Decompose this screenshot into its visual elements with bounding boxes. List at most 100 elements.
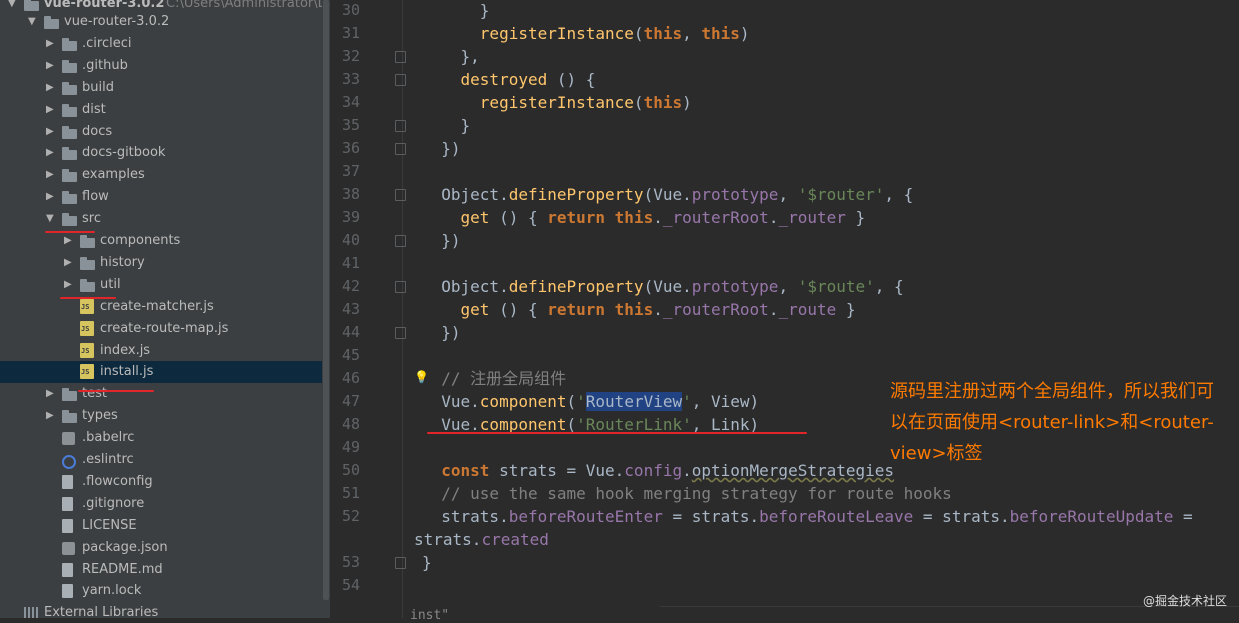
code-token: component <box>479 392 567 411</box>
tree-item[interactable]: ▶ util <box>0 274 322 296</box>
collapse-arrow-icon[interactable]: ▶ <box>46 142 58 164</box>
fold-marker-icon[interactable] <box>395 120 406 132</box>
tree-item-label: .github <box>82 57 128 73</box>
tree-item[interactable]: ▶ docs-gitbook <box>0 142 322 164</box>
tree-item[interactable]: yarn.lock <box>0 580 322 602</box>
tree-item[interactable]: ▶ examples <box>0 164 322 186</box>
code-line[interactable]: // use the same hook merging strategy fo… <box>422 482 952 505</box>
tree-item[interactable]: create-route-map.js <box>0 318 322 340</box>
code-token: strats. <box>414 530 482 549</box>
collapse-arrow-icon[interactable]: ▶ <box>46 164 58 186</box>
code-line[interactable]: strats.created <box>414 528 549 551</box>
code-token: , <box>682 24 702 43</box>
tree-item[interactable]: ▶ flow <box>0 186 322 208</box>
tree-item[interactable]: package.json <box>0 537 322 559</box>
tree-item[interactable]: ▶ test <box>0 383 322 405</box>
fold-marker-icon[interactable] <box>395 235 406 247</box>
tree-item[interactable]: ▶ build <box>0 77 322 99</box>
tree-item[interactable]: README.md <box>0 559 322 581</box>
tree-item[interactable]: .flowconfig <box>0 471 322 493</box>
tree-item[interactable]: create-matcher.js <box>0 296 322 318</box>
fold-marker-icon[interactable] <box>395 74 406 86</box>
fold-marker-icon[interactable] <box>395 327 406 339</box>
code-line[interactable]: }) <box>422 229 460 252</box>
tree-item[interactable]: ▶ types <box>0 405 322 427</box>
code-line[interactable]: } <box>422 551 432 574</box>
folder-icon <box>80 235 96 248</box>
code-editor[interactable]: 30 } 31 registerInstance(this, this) 32 },… <box>330 0 1239 618</box>
tree-item[interactable]: External Libraries <box>0 602 322 618</box>
fold-marker-icon[interactable] <box>395 281 406 293</box>
code-line[interactable]: registerInstance(this, this) <box>422 22 750 45</box>
fold-marker-icon[interactable] <box>395 189 406 201</box>
tree-item[interactable]: LICENSE <box>0 515 322 537</box>
code-token: optionMergeStrategies <box>691 461 895 480</box>
code-line[interactable]: Object.defineProperty(Vue.prototype, '$r… <box>422 183 913 206</box>
fold-marker-icon[interactable] <box>395 557 406 569</box>
code-line[interactable]: // 注册全局组件 <box>422 367 566 390</box>
tree-item[interactable]: ▶ docs <box>0 121 322 143</box>
code-line[interactable]: get () { return this._routerRoot._router… <box>422 206 866 229</box>
collapse-arrow-icon[interactable]: ▶ <box>46 186 58 208</box>
tree-item[interactable]: .gitignore <box>0 493 322 515</box>
code-token: this <box>643 93 683 112</box>
expand-arrow-icon[interactable]: ▼ <box>28 11 40 33</box>
code-token: (Vue. <box>643 185 692 204</box>
collapse-arrow-icon[interactable]: ▶ <box>46 55 58 77</box>
tree-item[interactable]: install.js <box>0 361 322 384</box>
line-number: 37 <box>341 162 360 180</box>
code-line[interactable]: Object.defineProperty(Vue.prototype, '$r… <box>422 275 903 298</box>
expand-arrow-icon[interactable]: ▼ <box>46 208 58 230</box>
tree-item[interactable]: index.js <box>0 340 322 362</box>
folder-icon <box>80 278 96 292</box>
code-token: prototype <box>691 277 779 296</box>
code-line[interactable]: get () { return this._routerRoot._route … <box>422 298 856 321</box>
collapse-arrow-icon[interactable]: ▶ <box>46 33 58 55</box>
code-token: , <box>778 277 798 296</box>
tree-item[interactable]: ▼ src <box>0 208 322 230</box>
code-line[interactable]: }) <box>422 321 460 344</box>
tree-item[interactable]: ▶ dist <box>0 99 322 121</box>
tree-item[interactable]: ▼ vue-router-3.0.2 <box>0 11 322 33</box>
fold-marker-icon[interactable] <box>395 143 406 155</box>
tree-item[interactable]: ▶ components <box>0 230 322 252</box>
tree-item[interactable]: ▶ .github <box>0 55 322 77</box>
code-line[interactable]: registerInstance(this) <box>422 91 692 114</box>
code-line[interactable]: destroyed () { <box>422 68 596 91</box>
code-token: . <box>768 300 779 319</box>
tree-item[interactable]: ▶ history <box>0 252 322 274</box>
collapse-arrow-icon[interactable]: ▶ <box>64 274 76 296</box>
fold-marker-icon[interactable] <box>395 51 406 63</box>
code-line[interactable]: }) <box>422 137 460 160</box>
code-line[interactable]: strats.beforeRouteEnter = strats.beforeR… <box>422 505 1192 528</box>
tree-item[interactable]: .eslintrc <box>0 449 322 471</box>
code-token: _routerRoot <box>662 300 769 319</box>
collapse-arrow-icon[interactable]: ▶ <box>46 121 58 143</box>
code-line[interactable]: const strats = Vue.config.optionMergeStr… <box>422 459 894 482</box>
collapse-arrow-icon[interactable]: ▶ <box>46 99 58 121</box>
code-token: ( <box>633 24 644 43</box>
collapse-arrow-icon[interactable]: ▶ <box>46 405 58 427</box>
file-icon <box>62 496 73 511</box>
code-line[interactable]: Vue.component('RouterView', View) <box>422 390 759 413</box>
collapse-arrow-icon[interactable]: ▶ <box>64 230 76 252</box>
code-line[interactable]: } <box>422 114 471 137</box>
code-token: beforeRouteEnter <box>508 507 663 526</box>
tree-item-label: build <box>82 79 114 95</box>
code-token: , <box>778 185 798 204</box>
code-token: . <box>653 208 663 227</box>
tree-item[interactable]: ▶ .circleci <box>0 33 322 55</box>
tree-item-label: .babelrc <box>82 430 135 446</box>
sidebar-scrollbar[interactable] <box>322 0 330 618</box>
collapse-arrow-icon[interactable]: ▶ <box>46 77 58 99</box>
code-line[interactable]: }, <box>422 45 480 68</box>
tree-item[interactable]: .babelrc <box>0 427 322 449</box>
code-line[interactable]: } <box>422 0 490 22</box>
scrollbar-thumb[interactable] <box>323 0 329 600</box>
collapse-arrow-icon[interactable]: ▶ <box>46 383 58 405</box>
code-token: }, <box>422 47 480 66</box>
code-token: config <box>624 461 683 480</box>
collapse-arrow-icon[interactable]: ▶ <box>64 252 76 274</box>
red-underline-code <box>427 432 807 434</box>
code-token: } <box>422 553 432 572</box>
